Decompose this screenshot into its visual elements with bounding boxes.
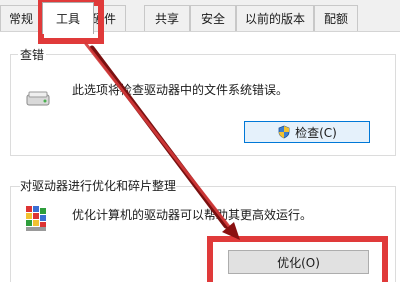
check-button[interactable]: 检查(C): [244, 121, 370, 143]
drive-icon: [26, 90, 50, 108]
tab-strip: 常规 硬件 共享 安全 以前的版本 配额 工具: [0, 0, 400, 36]
optimize-button[interactable]: 优化(O): [228, 250, 369, 274]
error-check-description: 此选项将检查驱动器中的文件系统错误。: [72, 83, 289, 97]
optimize-title: 对驱动器进行优化和碎片整理: [20, 177, 177, 194]
error-check-title: 查错: [18, 46, 47, 63]
optimize-description: 优化计算机的驱动器可以帮助其更高效运行。: [72, 208, 313, 222]
shield-icon: [277, 125, 291, 139]
tab-general[interactable]: 常规: [0, 5, 42, 31]
tab-previous-versions[interactable]: 以前的版本: [236, 5, 314, 31]
defrag-icon: [24, 204, 48, 232]
tab-sharing[interactable]: 共享: [144, 5, 190, 31]
tab-quota[interactable]: 配额: [314, 5, 358, 31]
tab-security[interactable]: 安全: [190, 5, 236, 31]
tab-tools[interactable]: 工具: [42, 2, 94, 34]
